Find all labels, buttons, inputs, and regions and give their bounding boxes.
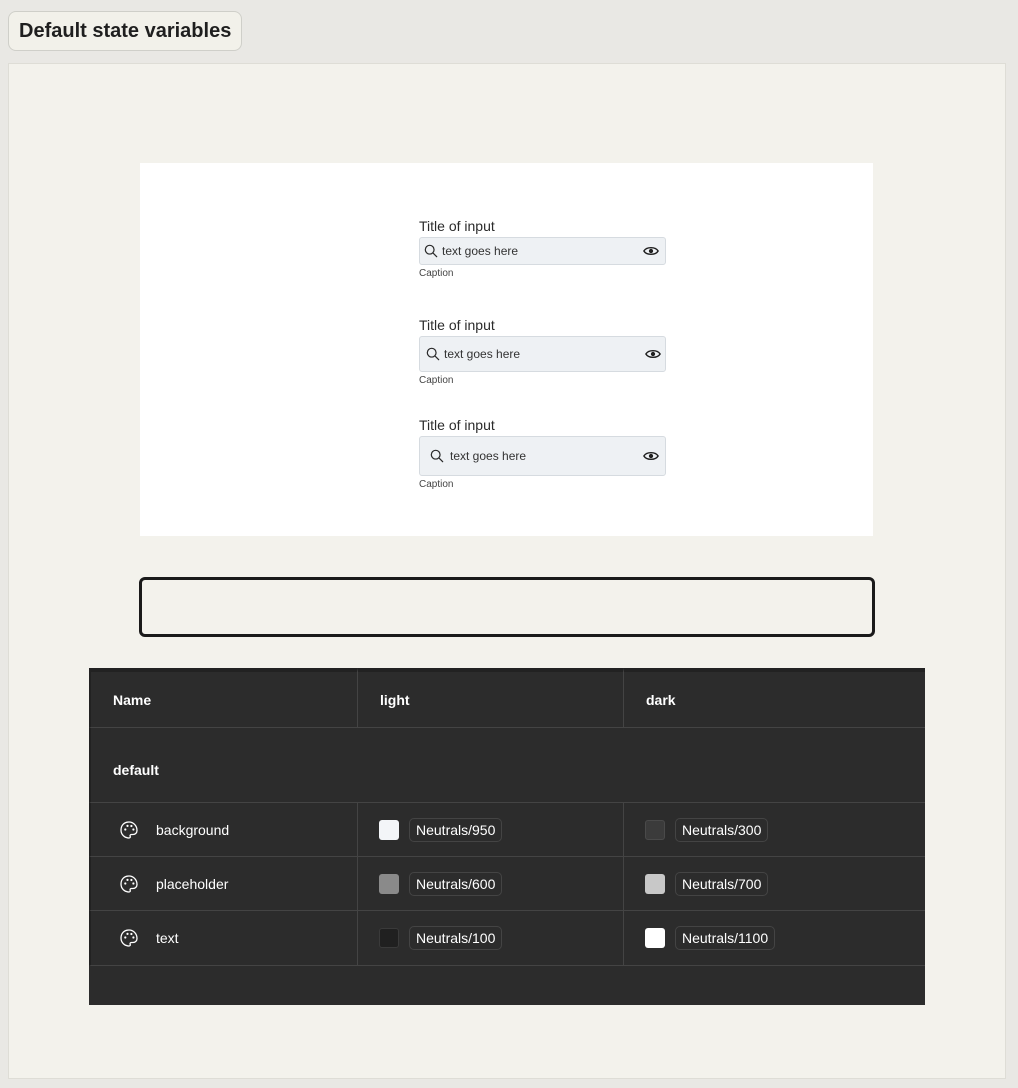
page-title-chip[interactable]: Default state variables	[8, 11, 243, 51]
input-caption: Caption	[419, 479, 454, 490]
group-row-default: default	[89, 728, 925, 803]
column-header-name: Name	[89, 668, 358, 728]
palette-icon	[119, 928, 139, 948]
color-token-tag: Neutrals/950	[409, 817, 503, 842]
color-token-tag: Neutrals/1100	[675, 926, 776, 950]
color-swatch	[645, 873, 665, 894]
table-cell-light[interactable]: Neutrals/950	[358, 803, 624, 857]
color-token-tag: Neutrals/100	[409, 926, 503, 950]
column-header-light: light	[358, 668, 624, 728]
input-caption: Caption	[419, 375, 454, 386]
page-title: Default state variables	[19, 19, 232, 42]
table-row-name[interactable]: background	[89, 803, 358, 857]
variable-name: text	[156, 930, 179, 946]
table-row-name[interactable]: text	[89, 911, 358, 966]
color-swatch	[379, 873, 399, 894]
table-row-name[interactable]: placeholder	[89, 857, 358, 911]
table-cell-dark[interactable]: Neutrals/700	[624, 857, 925, 911]
search-icon	[425, 346, 441, 362]
input-preview-card: Title of input text goes here Caption Ti…	[140, 163, 873, 536]
empty-outlined-frame[interactable]	[139, 577, 875, 637]
table-cell-light[interactable]: Neutrals/100	[358, 911, 624, 966]
variables-table: Name light dark default background Neutr…	[89, 668, 925, 1005]
table-cell-dark[interactable]: Neutrals/1100	[624, 911, 925, 966]
palette-icon	[119, 820, 139, 840]
color-swatch	[379, 819, 399, 840]
search-icon	[429, 448, 445, 464]
color-token-tag: Neutrals/600	[409, 871, 503, 896]
input-placeholder: text goes here	[442, 244, 519, 258]
color-token-tag: Neutrals/300	[675, 817, 769, 842]
text-input[interactable]: text goes here	[419, 237, 666, 265]
table-footer	[89, 966, 925, 1005]
color-swatch	[645, 819, 665, 840]
table-cell-light[interactable]: Neutrals/600	[358, 857, 624, 911]
eye-icon[interactable]	[645, 348, 661, 360]
color-swatch	[645, 928, 665, 948]
variable-name: background	[156, 821, 230, 838]
column-header-dark: dark	[624, 668, 925, 728]
color-token-tag: Neutrals/700	[675, 871, 769, 896]
text-input[interactable]: text goes here	[419, 336, 666, 372]
palette-icon	[119, 874, 139, 894]
text-input[interactable]: text goes here	[419, 436, 666, 476]
input-title: Title of input	[419, 218, 495, 234]
input-title: Title of input	[419, 317, 495, 333]
search-icon	[423, 243, 439, 259]
eye-icon[interactable]	[643, 245, 659, 257]
color-swatch	[379, 928, 399, 948]
input-placeholder: text goes here	[444, 347, 521, 361]
eye-icon[interactable]	[643, 450, 659, 462]
input-caption: Caption	[419, 268, 454, 279]
input-placeholder: text goes here	[450, 449, 527, 463]
input-title: Title of input	[419, 417, 495, 433]
variable-name: placeholder	[156, 875, 229, 892]
table-cell-dark[interactable]: Neutrals/300	[624, 803, 925, 857]
